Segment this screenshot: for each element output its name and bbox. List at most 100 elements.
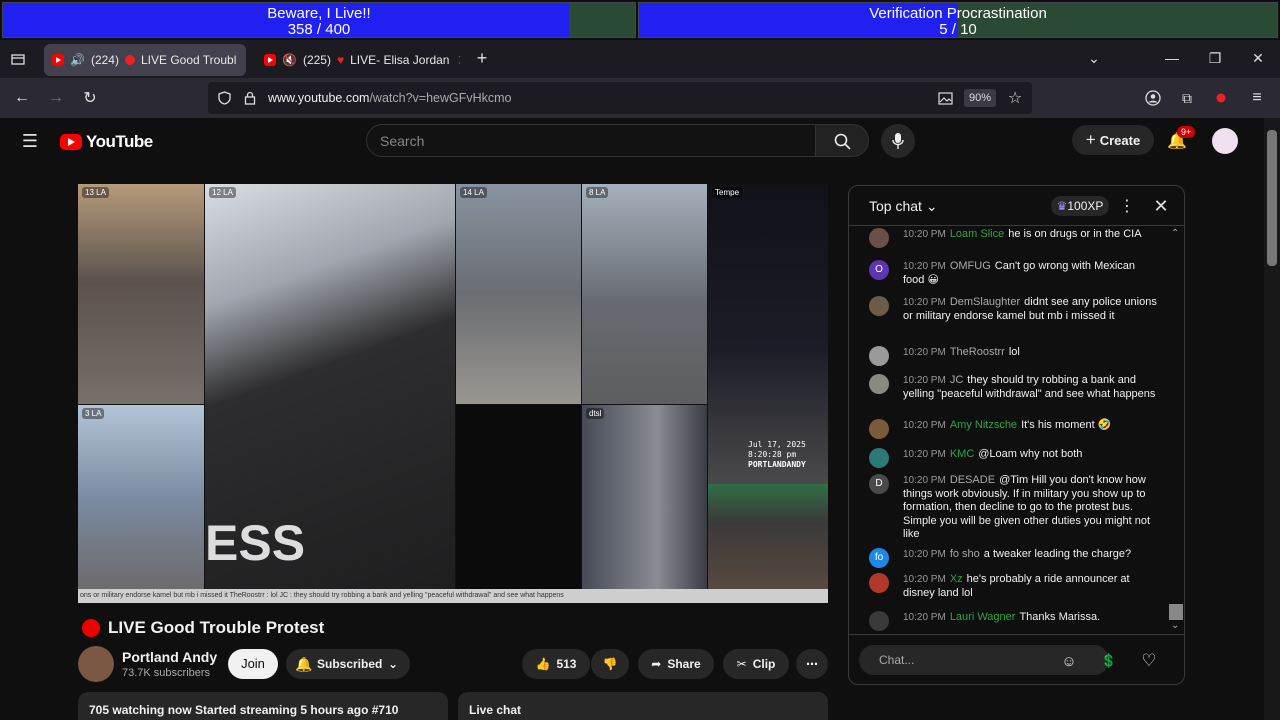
chat-input-area: Chat... ☺ 💲 ♡ — [849, 634, 1184, 684]
description-box[interactable]: 705 watching now Started streaming 5 hou… — [78, 692, 448, 720]
zoom-level[interactable]: 90% — [964, 89, 996, 107]
close-window-icon[interactable]: ✕ — [1248, 48, 1268, 68]
chat-text: @Loam why not both — [978, 448, 1083, 460]
reload-icon[interactable]: ↻ — [80, 88, 100, 108]
chat-message: 10:20 PM KMC @Loam why not both — [869, 448, 1159, 468]
tab-count: (225) — [302, 53, 331, 67]
chat-message-body: 10:20 PM DESADE @Tim Hill you don't know h… — [903, 474, 1159, 542]
hamburger-icon[interactable]: ☰ — [20, 131, 40, 151]
share-icon: ➦ — [651, 657, 662, 671]
share-button[interactable]: ➦ Share — [638, 649, 714, 679]
extension-red-icon[interactable] — [1211, 88, 1231, 108]
new-tab-icon[interactable]: + — [472, 48, 492, 68]
chat-timestamp: 10:20 PM — [903, 420, 946, 431]
emoji-icon[interactable]: ☺ — [1059, 651, 1079, 671]
chevron-down-icon: ⌄ — [387, 657, 398, 671]
heart-icon[interactable]: ♡ — [1139, 651, 1159, 671]
chevron-down-icon[interactable]: ⌄ — [1084, 48, 1104, 68]
chat-author[interactable]: Lauri Wagner — [950, 611, 1016, 623]
url-text[interactable]: www.youtube.com/watch?v=hewGFvHkcmo — [268, 91, 512, 105]
live-icon — [124, 55, 135, 65]
chat-avatar[interactable] — [869, 448, 889, 468]
menu-icon[interactable]: ≡ — [1247, 88, 1267, 108]
chat-author[interactable]: Loam Slice — [950, 228, 1004, 240]
bookmark-star-icon[interactable]: ☆ — [1006, 89, 1024, 107]
chat-author[interactable]: fo sho — [950, 548, 980, 560]
chat-avatar[interactable] — [869, 611, 889, 631]
chat-author[interactable]: DESADE — [950, 474, 995, 486]
chat-scrollbar[interactable]: ⌃ ⌄ — [1169, 226, 1183, 634]
search-input[interactable]: Search — [366, 124, 816, 157]
tab-good-trouble[interactable]: 🔊 (224) LIVE Good Troubl ✕ — [44, 44, 246, 76]
chat-avatar[interactable] — [869, 419, 889, 439]
extensions-icon[interactable]: ⧉ — [1177, 88, 1197, 108]
tab-elisa-jordan[interactable]: 🔇 (225) ♥ LIVE- Elisa Jordan ✕ — [256, 44, 460, 76]
chat-author[interactable]: KMC — [950, 448, 974, 460]
chat-avatar[interactable] — [869, 296, 889, 316]
clip-button[interactable]: ✂ Clip — [723, 649, 789, 679]
chat-text: a tweaker leading the charge? — [983, 548, 1132, 560]
youtube-logo[interactable]: YouTube — [60, 132, 153, 152]
restore-icon[interactable]: ❐ — [1205, 48, 1225, 68]
scroll-down-icon[interactable]: ⌄ — [1171, 620, 1179, 631]
cell-label: 13 LA — [82, 187, 109, 198]
chat-avatar[interactable] — [869, 374, 889, 394]
dislike-button[interactable]: 👎 — [591, 649, 629, 679]
tab-title: LIVE- Elisa Jordan — [350, 53, 450, 67]
voice-search-button[interactable] — [881, 124, 915, 158]
join-button[interactable]: Join — [228, 649, 278, 679]
chat-author[interactable]: TheRoostrr — [950, 346, 1005, 358]
chat-avatar[interactable]: fo — [869, 548, 889, 568]
chat-scroll-thumb[interactable] — [1169, 604, 1183, 620]
live-chat-panel-header[interactable]: Live chat — [458, 692, 828, 720]
search-button[interactable] — [815, 124, 869, 157]
chat-avatar[interactable]: D — [869, 474, 889, 494]
back-icon[interactable]: ← — [12, 88, 32, 108]
chat-author[interactable]: DemSlaughter — [950, 296, 1020, 308]
close-chat-icon[interactable]: ✕ — [1149, 196, 1173, 216]
chat-message-body: 10:20 PM Loam Slice he is on drugs or in t… — [903, 228, 1159, 242]
youtube-logo-icon — [60, 134, 82, 150]
chat-avatar[interactable]: O — [869, 260, 889, 280]
tab-title: LIVE Good Troubl — [140, 53, 237, 67]
shield-icon[interactable] — [216, 90, 232, 106]
video-player[interactable]: 13 LA 12 LA ESS 14 LA 8 LA Tempe 3 LA dt… — [78, 184, 828, 604]
chat-text: It's his moment 🤣 — [1021, 419, 1112, 431]
chat-message: O 10:20 PM OMFUG Can't go wrong with Mexica… — [869, 260, 1159, 287]
chat-author[interactable]: Xz — [950, 573, 963, 585]
picture-icon[interactable] — [936, 90, 954, 106]
muted-speaker-icon[interactable]: 🔇 — [282, 53, 297, 67]
super-chat-icon[interactable]: 💲 — [1099, 651, 1119, 671]
chat-author[interactable]: OMFUG — [950, 260, 991, 272]
user-avatar[interactable] — [1212, 128, 1238, 154]
more-actions-button[interactable]: ⋯ — [796, 649, 828, 679]
video-cell-3la: 3 LA — [78, 405, 204, 594]
chat-avatar[interactable] — [869, 573, 889, 593]
top-chat-dropdown[interactable]: Top chat ⌄ — [869, 198, 938, 215]
lock-icon[interactable] — [242, 90, 258, 106]
chat-message-body: 10:20 PM JC they should try robbing a bank… — [903, 374, 1159, 401]
channel-avatar[interactable] — [78, 646, 114, 682]
like-button[interactable]: 👍 513 — [522, 649, 590, 679]
address-bar[interactable]: www.youtube.com/watch?v=hewGFvHkcmo 90% … — [208, 82, 1032, 114]
xp-badge[interactable]: ♛100XP — [1051, 196, 1109, 216]
forward-icon[interactable]: → — [46, 88, 66, 108]
chat-avatar[interactable] — [869, 346, 889, 366]
tab-list-icon[interactable] — [8, 50, 28, 68]
minimize-icon[interactable]: — — [1162, 48, 1182, 68]
scroll-up-icon[interactable]: ⌃ — [1171, 228, 1179, 239]
subscribed-button[interactable]: 🔔 Subscribed ⌄ — [286, 649, 410, 679]
close-tab-icon[interactable]: ✕ — [457, 52, 460, 69]
close-tab-icon[interactable]: ✕ — [244, 52, 246, 69]
account-icon[interactable] — [1143, 88, 1163, 108]
chat-author[interactable]: Amy Nitzsche — [950, 419, 1017, 431]
more-vertical-icon[interactable]: ⋮ — [1119, 196, 1135, 216]
chat-message-list[interactable]: 10:20 PM Loam Slice he is on drugs or in t… — [849, 226, 1184, 634]
chat-timestamp: 10:20 PM — [903, 261, 946, 272]
chat-avatar[interactable] — [869, 228, 889, 248]
channel-name[interactable]: Portland Andy — [122, 649, 217, 665]
page-scrollbar-thumb[interactable] — [1267, 130, 1277, 266]
create-button[interactable]: + Create — [1072, 125, 1154, 155]
chat-author[interactable]: JC — [950, 374, 963, 386]
speaker-icon[interactable]: 🔊 — [70, 53, 85, 67]
